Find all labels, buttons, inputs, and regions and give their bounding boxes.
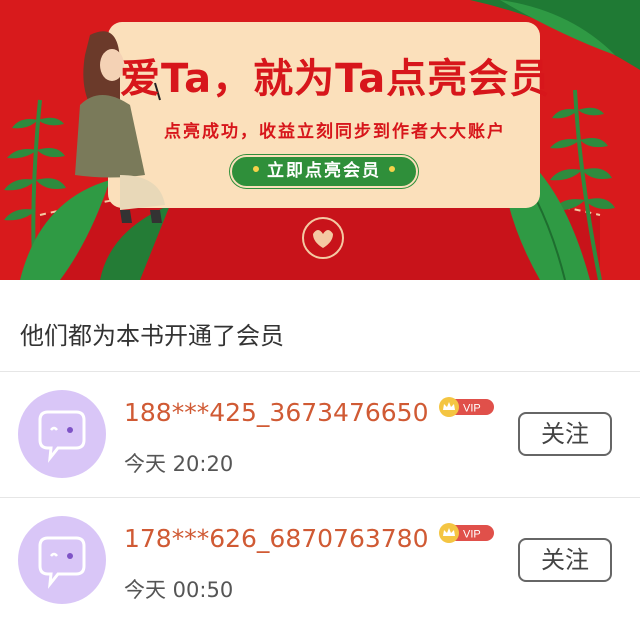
promo-banner[interactable]: 爱Ta，就为Ta点亮会员 点亮成功，收益立刻同步到作者大大账户 立即点亮会员 <box>0 0 640 280</box>
cta-label: 立即点亮会员 <box>267 161 381 181</box>
follow-button[interactable]: 关注 <box>518 412 612 456</box>
banner-subtitle: 点亮成功，收益立刻同步到作者大大账户 <box>164 122 506 142</box>
chat-bubble-face-icon <box>38 410 86 463</box>
section-title: 他们都为本书开通了会员 <box>20 322 284 350</box>
avatar[interactable] <box>18 390 106 478</box>
member-row: 188***425_3673476650 VIP 今天 20:20 关注 <box>0 372 640 498</box>
chat-bubble-face-icon <box>38 536 86 589</box>
svg-text:VIP: VIP <box>463 403 481 415</box>
banner-headline: 爱Ta，就为Ta点亮会员 <box>120 56 551 102</box>
vip-badge: VIP <box>439 397 494 417</box>
member-time: 今天 20:20 <box>124 452 234 476</box>
dot-icon <box>253 166 259 172</box>
member-username[interactable]: 188***425_3673476650 <box>124 398 429 427</box>
vip-badge: VIP <box>439 523 494 543</box>
member-row: 178***626_6870763780 VIP 今天 00:50 关注 <box>0 498 640 622</box>
member-time: 今天 00:50 <box>124 578 234 602</box>
follow-button[interactable]: 关注 <box>518 538 612 582</box>
dot-icon <box>389 166 395 172</box>
svg-text:VIP: VIP <box>463 529 481 541</box>
avatar[interactable] <box>18 516 106 604</box>
light-up-membership-button[interactable]: 立即点亮会员 <box>230 155 418 188</box>
member-username[interactable]: 178***626_6870763780 <box>124 524 429 553</box>
